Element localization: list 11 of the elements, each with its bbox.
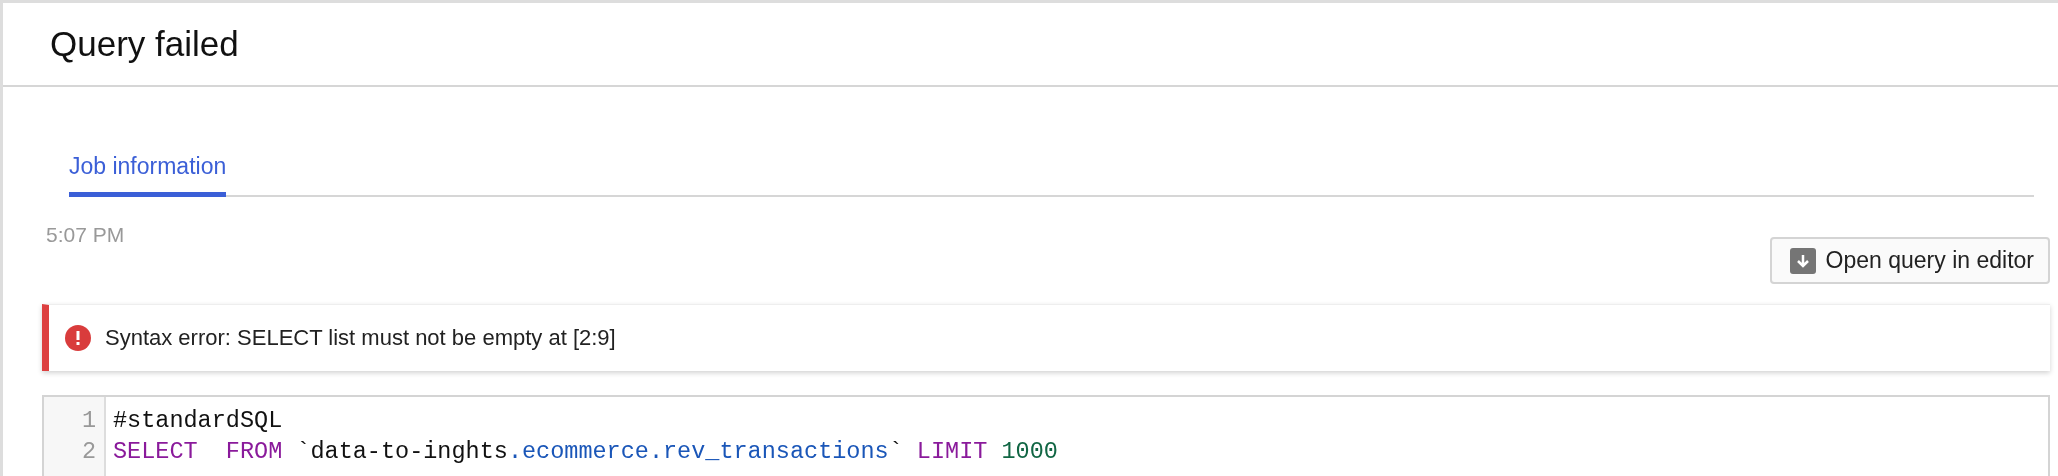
line-number: 1: [80, 406, 97, 436]
error-icon: [65, 325, 91, 351]
timestamp: 5:07 PM: [46, 223, 125, 247]
tab[interactable]: Job information: [69, 153, 227, 197]
line-number: 2: [80, 437, 97, 467]
open-editor-button[interactable]: Open query in editor: [1769, 237, 2050, 284]
page-title: Query failed: [50, 24, 239, 64]
error-message: Syntax error: SELECT list must not be empty at [2:9]: [105, 325, 616, 351]
download-icon: [1789, 247, 1816, 274]
code-line: #standardSQL: [113, 406, 284, 436]
code-line: SELECT FROM `data-to-inghts.ecommerce.rev_transactions` LIMIT 1000: [113, 437, 1058, 467]
